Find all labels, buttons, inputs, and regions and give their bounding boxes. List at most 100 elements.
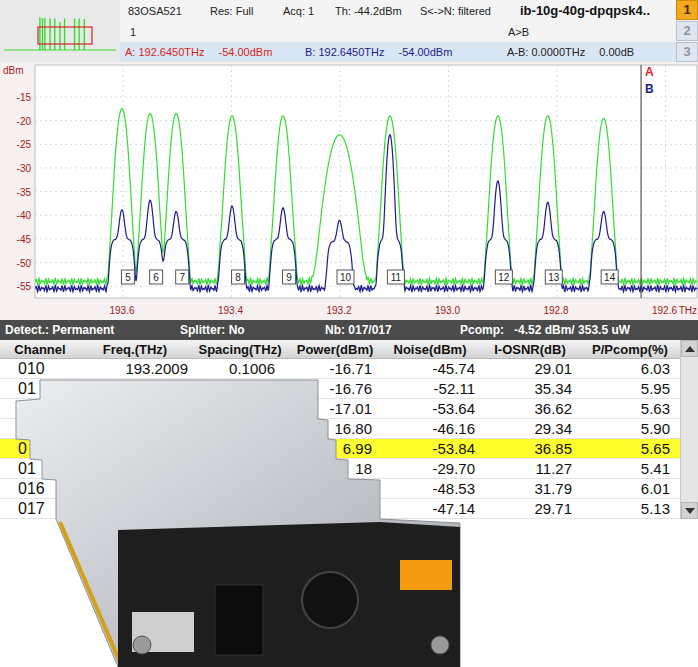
y-axis-title: dBm <box>3 65 24 76</box>
column-header[interactable]: I-OSNR(dB) <box>480 340 580 359</box>
overview-thumbnail[interactable] <box>0 0 120 62</box>
table-cell: 29.34 <box>480 419 580 439</box>
table-row[interactable]: 06.99-53.8436.855.65 <box>0 439 680 459</box>
marker-label: B <box>645 82 654 96</box>
thumbnail-peak <box>78 19 79 51</box>
module-edge <box>60 522 122 667</box>
table-row[interactable]: 016-48.5331.796.01 <box>0 479 680 499</box>
channel-label-box <box>601 270 618 284</box>
table-cell: 193.2009 <box>80 359 190 379</box>
scrollbar[interactable] <box>680 340 698 519</box>
y-tick-label: -40 <box>17 210 32 221</box>
x-tick-label: 193.0 <box>435 305 460 316</box>
pcomp-value: -4.52 dBm/ 353.5 uW <box>514 321 630 339</box>
table-cell: -46.16 <box>380 419 480 439</box>
column-header[interactable]: Channel <box>0 340 80 359</box>
channel-label-box <box>495 270 512 284</box>
channel-label[interactable]: 9 <box>283 270 296 284</box>
column-header[interactable]: P/Pcomp(%) <box>580 340 680 359</box>
grid-line <box>557 65 558 298</box>
table-row[interactable]: 16.80-46.1629.345.90 <box>0 419 680 439</box>
grid-line <box>35 191 697 192</box>
channel-label[interactable]: 8 <box>232 270 245 284</box>
trace-number: 1 <box>130 24 508 41</box>
table-header: ChannelFreq.(THz)Spacing(THz)Power(dBm)N… <box>0 340 680 359</box>
channel-label-text: 6 <box>153 272 159 283</box>
thumbnail-peak <box>49 19 50 51</box>
spectrum-chart[interactable]: -15-20-25-30-35-40-45-50-55193.6193.4193… <box>0 62 698 320</box>
table-cell <box>290 499 380 519</box>
table-cell: 29.01 <box>480 359 580 379</box>
marker-a: A: 192.6450THz-54.00dBm <box>125 44 305 61</box>
scroll-down-button[interactable] <box>681 502 698 519</box>
column-header[interactable]: Spacing(THz) <box>190 340 290 359</box>
connector-icon <box>215 585 263 655</box>
trace-tab[interactable]: 1 <box>676 0 698 20</box>
table-cell: 5.13 <box>580 499 680 519</box>
column-header[interactable]: Power(dBm) <box>290 340 380 359</box>
table-cell <box>190 499 290 519</box>
table-cell: 6.99 <box>290 439 380 459</box>
table-row[interactable]: 0118-29.7011.275.41 <box>0 459 680 479</box>
trace-line <box>36 135 698 292</box>
trace-tab[interactable]: 3 <box>676 42 698 62</box>
plot-area <box>35 65 697 298</box>
scroll-track[interactable] <box>681 357 698 502</box>
table-row[interactable]: 017-47.1429.715.13 <box>0 499 680 519</box>
y-tick-label: -20 <box>17 116 32 127</box>
table-cell <box>80 479 190 499</box>
channel-count: Nb: 017/017 <box>325 321 460 339</box>
table-cell <box>80 379 190 399</box>
channel-label[interactable]: 7 <box>176 270 189 284</box>
scroll-up-button[interactable] <box>681 340 698 357</box>
channel-label[interactable]: 12 <box>495 270 512 284</box>
channel-label[interactable]: 6 <box>150 270 163 284</box>
table-cell <box>190 479 290 499</box>
channel-label[interactable]: 13 <box>545 270 562 284</box>
thumbnail-peak <box>74 19 75 51</box>
table-cell <box>290 479 380 499</box>
channel-label-box <box>387 270 404 284</box>
splitter-state: Splitter: No <box>180 321 325 339</box>
table-area: ChannelFreq.(THz)Spacing(THz)Power(dBm)N… <box>0 340 698 519</box>
channel-label[interactable]: 11 <box>387 270 404 284</box>
channel-label-text: 9 <box>286 272 292 283</box>
table-cell: 016 <box>0 479 80 499</box>
thumbnail-graph[interactable] <box>0 0 120 62</box>
channel-label-box <box>283 270 296 284</box>
channel-label-box <box>176 270 189 284</box>
zoom-box[interactable] <box>38 27 92 44</box>
table-cell: -17.01 <box>290 399 380 419</box>
table-row[interactable]: 010193.20090.1006-16.71-45.7429.016.03 <box>0 359 680 379</box>
marker-line[interactable] <box>641 65 642 298</box>
module-photo <box>0 0 698 667</box>
channel-label-box <box>121 270 134 284</box>
table-row[interactable]: -17.01-53.6436.625.63 <box>0 399 680 419</box>
grid-line <box>35 286 697 287</box>
info-row: 83OSA521Res: FullAcq: 1Th: -44.2dBmS<->N… <box>120 0 676 22</box>
column-header[interactable]: Freq.(THz) <box>80 340 190 359</box>
channel-label-text: 12 <box>498 272 510 283</box>
marker-a-freq: A: 192.6450THz <box>125 44 205 61</box>
trace-tab[interactable]: 2 <box>676 21 698 41</box>
thumbnail-ground <box>0 0 120 62</box>
table-cell: -48.53 <box>380 479 480 499</box>
column-header[interactable]: Noise(dBm) <box>380 340 480 359</box>
warning-sticker <box>400 560 452 590</box>
table-row[interactable]: 01-16.76-52.1135.345.95 <box>0 379 680 399</box>
channel-label[interactable]: 14 <box>601 270 618 284</box>
table-cell <box>190 379 290 399</box>
channel-label[interactable]: 5 <box>121 270 134 284</box>
table-cell: 017 <box>0 499 80 519</box>
spectrum-plot[interactable]: -15-20-25-30-35-40-45-50-55193.6193.4193… <box>0 62 698 320</box>
table-cell: -53.84 <box>380 439 480 459</box>
table-cell: 5.65 <box>580 439 680 459</box>
marker-delta-freq: A-B: 0.0000THz <box>507 44 585 61</box>
table-cell: 11.27 <box>480 459 580 479</box>
thumbnail-peak <box>59 22 60 50</box>
marker-mode: A>B <box>508 24 529 41</box>
grid-line <box>35 120 697 121</box>
channel-label[interactable]: 10 <box>337 270 354 284</box>
marker-delta-power: 0.00dB <box>599 44 634 61</box>
table-cell: 36.85 <box>480 439 580 459</box>
